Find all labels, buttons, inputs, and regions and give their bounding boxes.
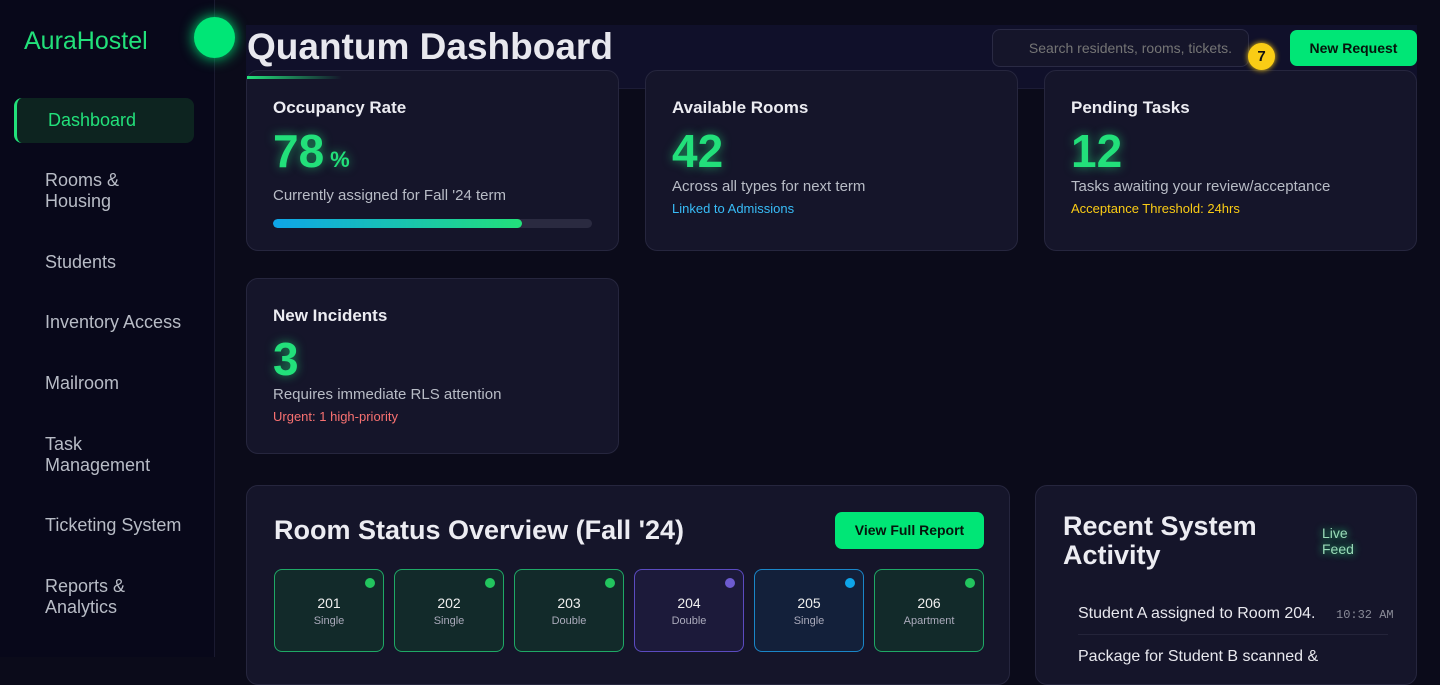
room-type: Apartment xyxy=(903,615,955,627)
stat-subtitle: Tasks awaiting your review/acceptance xyxy=(1071,178,1331,195)
stat-unit: % xyxy=(330,147,350,172)
status-dot-icon xyxy=(965,578,975,588)
stat-title: Occupancy Rate xyxy=(273,98,407,117)
room-number: 205 xyxy=(797,595,821,611)
room-number: 201 xyxy=(317,595,341,611)
stat-number: 78 xyxy=(273,125,325,177)
divider xyxy=(1078,634,1388,635)
stat-subtitle: Currently assigned for Fall '24 term xyxy=(273,187,506,204)
stat-card-available-rooms: Available Rooms 42 Across all types for … xyxy=(645,70,1018,251)
room-type: Single xyxy=(313,615,345,627)
room-number: 202 xyxy=(437,595,461,611)
sidebar: AuraHostel Dashboard Rooms & Housing Stu… xyxy=(0,0,235,657)
status-dot-icon xyxy=(845,578,855,588)
stat-subtitle: Across all types for next term xyxy=(672,178,866,195)
sidebar-item-task-management[interactable]: Task Management xyxy=(14,434,164,476)
activity-item-text: Package for Student B scanned & xyxy=(1078,648,1319,665)
occupancy-progress-fill xyxy=(273,219,522,228)
page-title: Quantum Dashboard xyxy=(247,26,613,67)
sidebar-item-students[interactable]: Students xyxy=(14,252,194,273)
occupancy-progress-bar xyxy=(273,219,592,228)
stat-card-new-incidents: New Incidents 3 Requires immediate RLS a… xyxy=(246,278,619,454)
status-dot-icon xyxy=(605,578,615,588)
room-tile-202[interactable]: 202 Single xyxy=(394,569,504,652)
sidebar-item-reports-analytics[interactable]: Reports & Analytics xyxy=(14,576,164,618)
status-dot-icon xyxy=(485,578,495,588)
room-type: Double xyxy=(671,615,707,627)
stat-title: New Incidents xyxy=(273,306,388,325)
live-feed-label: Live Feed xyxy=(1322,525,1354,557)
panel-title: Room Status Overview (Fall '24) xyxy=(274,515,685,545)
stat-note: Urgent: 1 high-priority xyxy=(273,409,398,424)
activity-item-text: Student A assigned to Room 204. xyxy=(1078,605,1316,622)
room-number: 203 xyxy=(557,595,581,611)
stat-value: 3 xyxy=(273,333,299,385)
stat-title: Pending Tasks xyxy=(1071,98,1190,117)
status-dot-icon xyxy=(365,578,375,588)
status-orb-icon xyxy=(194,17,235,58)
admissions-link[interactable]: Linked to Admissions xyxy=(672,201,991,216)
search-input[interactable] xyxy=(992,29,1249,67)
room-number: 206 xyxy=(917,595,941,611)
room-type: Double xyxy=(551,615,587,627)
stat-card-occupancy: Occupancy Rate 78% Currently assigned fo… xyxy=(246,70,619,251)
activity-panel: Recent System Activity Live Feed Student… xyxy=(1035,485,1417,685)
stat-card-pending-tasks: Pending Tasks 12 Tasks awaiting your rev… xyxy=(1044,70,1417,251)
stat-subtitle: Requires immediate RLS attention xyxy=(273,386,502,403)
room-status-panel: Room Status Overview (Fall '24) View Ful… xyxy=(246,485,1010,685)
status-dot-icon xyxy=(725,578,735,588)
stat-value: 12 xyxy=(1071,125,1123,177)
room-tile-206[interactable]: 206 Apartment xyxy=(874,569,984,652)
sidebar-item-dashboard[interactable]: Dashboard xyxy=(14,98,194,143)
sidebar-item-ticketing-system[interactable]: Ticketing System xyxy=(14,515,194,536)
sidebar-item-inventory-access[interactable]: Inventory Access xyxy=(14,312,194,333)
room-type: Single xyxy=(793,615,825,627)
activity-item-time: 10:32 AM xyxy=(1336,608,1394,622)
room-tile-204[interactable]: 204 Double xyxy=(634,569,744,652)
stat-value: 78% xyxy=(273,126,592,185)
room-tile-205[interactable]: 205 Single xyxy=(754,569,864,652)
view-full-report-button[interactable]: View Full Report xyxy=(835,512,984,549)
sidebar-item-rooms-housing[interactable]: Rooms & Housing xyxy=(14,170,164,212)
stat-note: Acceptance Threshold: 24hrs xyxy=(1071,201,1240,216)
room-tile-203[interactable]: 203 Double xyxy=(514,569,624,652)
app-logo: AuraHostel xyxy=(24,27,148,55)
new-request-button[interactable]: New Request xyxy=(1290,30,1417,66)
stat-value: 42 xyxy=(672,125,724,177)
sidebar-item-mailroom[interactable]: Mailroom xyxy=(14,373,194,394)
room-type: Single xyxy=(433,615,465,627)
panel-title: Recent System Activity xyxy=(1063,511,1257,570)
stat-title: Available Rooms xyxy=(672,98,809,117)
notification-badge[interactable]: 7 xyxy=(1248,43,1275,70)
room-tile-201[interactable]: 201 Single xyxy=(274,569,384,652)
title-underline xyxy=(247,76,342,79)
room-number: 204 xyxy=(677,595,701,611)
